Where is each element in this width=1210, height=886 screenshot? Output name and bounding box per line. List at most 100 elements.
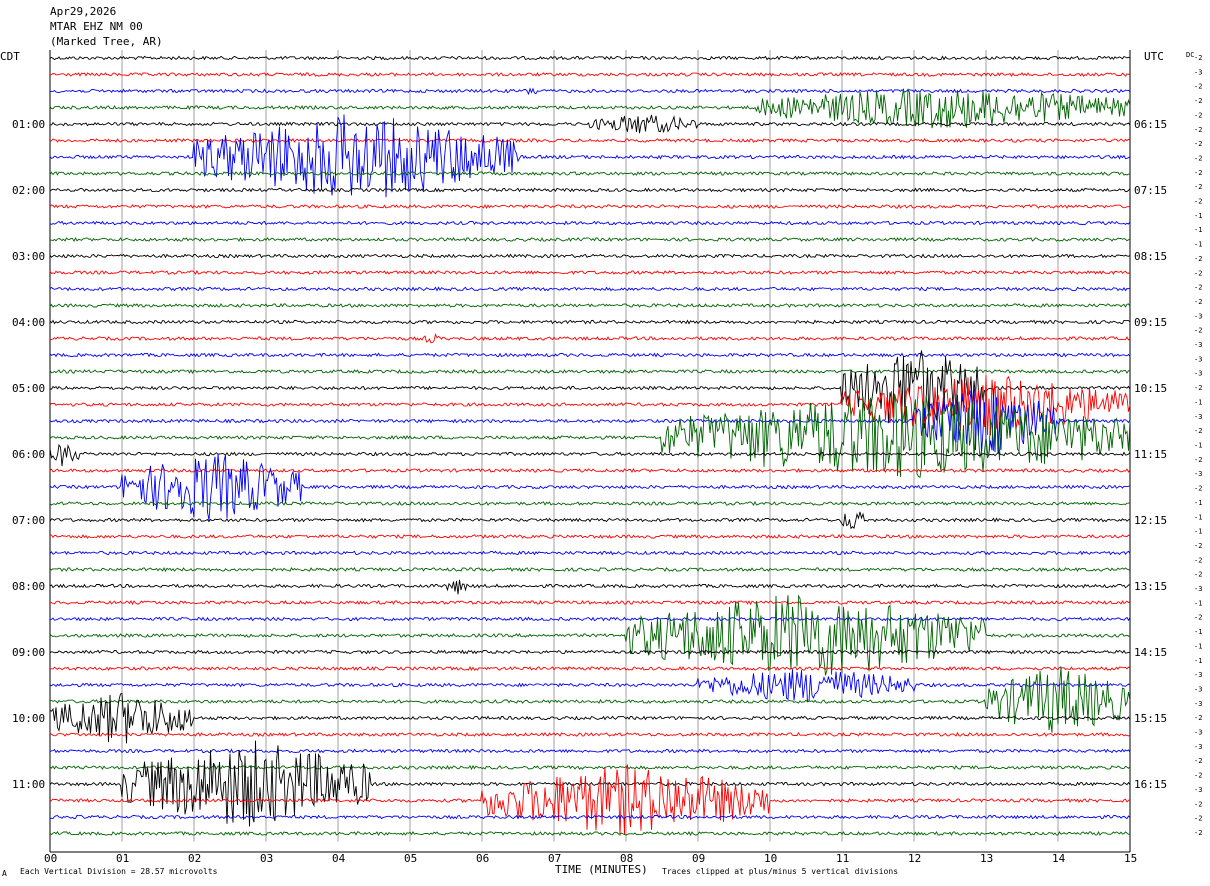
dc-offset-label: -3 bbox=[1194, 585, 1202, 593]
trace-line bbox=[49, 579, 1130, 595]
dc-offset-label: -2 bbox=[1194, 126, 1202, 134]
trace-line bbox=[49, 269, 1131, 276]
trace-line bbox=[49, 203, 1131, 210]
left-time-label: 04:00 bbox=[12, 316, 45, 329]
left-time-label: 10:00 bbox=[12, 712, 45, 725]
dc-offset-label: -1 bbox=[1194, 442, 1202, 450]
x-tick-label: 11 bbox=[836, 852, 849, 865]
dc-offset-label: -1 bbox=[1194, 226, 1202, 234]
dc-offset-label: -2 bbox=[1194, 772, 1202, 780]
corner-mark: A bbox=[2, 869, 7, 878]
dc-offset-label: -3 bbox=[1194, 786, 1202, 794]
header-date: Apr29,2026 bbox=[50, 5, 116, 18]
left-time-label: 08:00 bbox=[12, 580, 45, 593]
right-timezone-label: UTC bbox=[1144, 50, 1164, 63]
dc-offset-label: -3 bbox=[1194, 700, 1202, 708]
trace-line bbox=[49, 764, 1131, 836]
dc-offset-label: -2 bbox=[1194, 269, 1202, 277]
dc-offset-label: -2 bbox=[1194, 485, 1202, 493]
left-time-label: 05:00 bbox=[12, 382, 45, 395]
left-time-labels: 01:00 02:00 03:00 04:00 05:00 06:00 07:00 08:00… bbox=[12, 118, 45, 791]
right-time-label: 07:15 bbox=[1134, 184, 1167, 197]
trace-line bbox=[49, 286, 1131, 292]
trace-group bbox=[49, 55, 1131, 837]
trace-line bbox=[49, 114, 1131, 134]
dc-offset-label: -3 bbox=[1194, 370, 1202, 378]
x-tick-label: 05 bbox=[404, 852, 417, 865]
trace-line bbox=[49, 594, 1131, 676]
x-tick-label: 10 bbox=[764, 852, 777, 865]
trace-line bbox=[49, 814, 1131, 820]
left-time-label: 06:00 bbox=[12, 448, 45, 461]
dc-offset-label: -3 bbox=[1194, 729, 1202, 737]
dc-offset-label: -2 bbox=[1194, 800, 1202, 808]
trace-line bbox=[49, 616, 1131, 622]
left-time-label: 09:00 bbox=[12, 646, 45, 659]
dc-offset-label: -3 bbox=[1194, 413, 1202, 421]
dc-offset-labels: -2 -3 -2 -2 -2 -2 -2 -2 -2 -2 -2 -1 -1 -1 -2 -2 -2 -2 -3 -2… bbox=[1194, 54, 1202, 837]
trace-line bbox=[49, 443, 1131, 467]
x-tick-label: 14 bbox=[1052, 852, 1066, 865]
trace-line bbox=[49, 830, 1131, 837]
right-time-label: 16:15 bbox=[1134, 778, 1167, 791]
dc-offset-label: -2 bbox=[1194, 714, 1202, 722]
trace-line bbox=[49, 453, 1131, 521]
dc-offset-label: -2 bbox=[1194, 327, 1202, 335]
dc-offset-label: -1 bbox=[1194, 212, 1202, 220]
dc-offset-label: -1 bbox=[1194, 241, 1202, 249]
left-time-label: 11:00 bbox=[12, 778, 45, 791]
right-time-label: 11:15 bbox=[1134, 448, 1167, 461]
dc-offset-label: -2 bbox=[1194, 614, 1202, 622]
dc-offset-label: -2 bbox=[1194, 169, 1202, 177]
trace-line bbox=[49, 88, 1131, 129]
dc-offset-label: -2 bbox=[1194, 571, 1202, 579]
dc-offset-label: -2 bbox=[1194, 757, 1202, 765]
dc-offset-label: -1 bbox=[1194, 599, 1202, 607]
x-tick-label: 03 bbox=[260, 852, 273, 865]
dc-offset-label: -1 bbox=[1194, 528, 1202, 536]
trace-line bbox=[49, 731, 1131, 737]
dc-offset-label: -3 bbox=[1194, 68, 1202, 76]
dc-offset-label: -2 bbox=[1194, 97, 1202, 105]
dc-offset-label: -2 bbox=[1194, 140, 1202, 148]
trace-line bbox=[50, 599, 1131, 606]
trace-line bbox=[49, 302, 1131, 308]
trace-line bbox=[49, 649, 1131, 655]
right-time-label: 10:15 bbox=[1134, 382, 1167, 395]
trace-line bbox=[50, 666, 1131, 733]
dc-offset-label: -2 bbox=[1194, 198, 1202, 206]
x-tick-label: 06 bbox=[476, 852, 489, 865]
x-tick-label: 00 bbox=[44, 852, 57, 865]
trace-line bbox=[49, 187, 1131, 193]
trace-line bbox=[49, 319, 1131, 325]
dc-offset-label: -2 bbox=[1194, 183, 1202, 191]
dc-offset-label: -3 bbox=[1194, 312, 1202, 320]
dc-offset-label: -2 bbox=[1194, 298, 1202, 306]
trace-line bbox=[49, 138, 1131, 144]
trace-line bbox=[49, 533, 1131, 539]
dc-offset-label: -2 bbox=[1194, 54, 1202, 62]
trace-line bbox=[49, 467, 1131, 474]
right-time-label: 06:15 bbox=[1134, 118, 1167, 131]
left-time-label: 02:00 bbox=[12, 184, 45, 197]
left-timezone-label: CDT bbox=[0, 50, 20, 63]
trace-line bbox=[49, 220, 1131, 226]
x-tick-label: 13 bbox=[980, 852, 993, 865]
dc-offset-label: -2 bbox=[1194, 111, 1202, 119]
x-tick-label: 01 bbox=[116, 852, 129, 865]
dc-offset-label: -2 bbox=[1194, 83, 1202, 91]
dc-offset-label: -2 bbox=[1194, 556, 1202, 564]
right-time-label: 15:15 bbox=[1134, 712, 1167, 725]
trace-line bbox=[49, 566, 1131, 573]
trace-line bbox=[49, 369, 1131, 375]
dc-offset-label: -1 bbox=[1194, 657, 1202, 665]
right-time-label: 12:15 bbox=[1134, 514, 1167, 527]
dc-offset-label: -2 bbox=[1194, 815, 1202, 823]
trace-line bbox=[49, 764, 1131, 771]
trace-line bbox=[49, 550, 1131, 556]
trace-line bbox=[49, 669, 1131, 702]
dc-offset-label: -2 bbox=[1194, 155, 1202, 163]
dc-offset-label: -3 bbox=[1194, 355, 1202, 363]
dc-offset-label: -3 bbox=[1194, 341, 1202, 349]
header-station: MTAR EHZ NM 00 bbox=[50, 20, 143, 33]
